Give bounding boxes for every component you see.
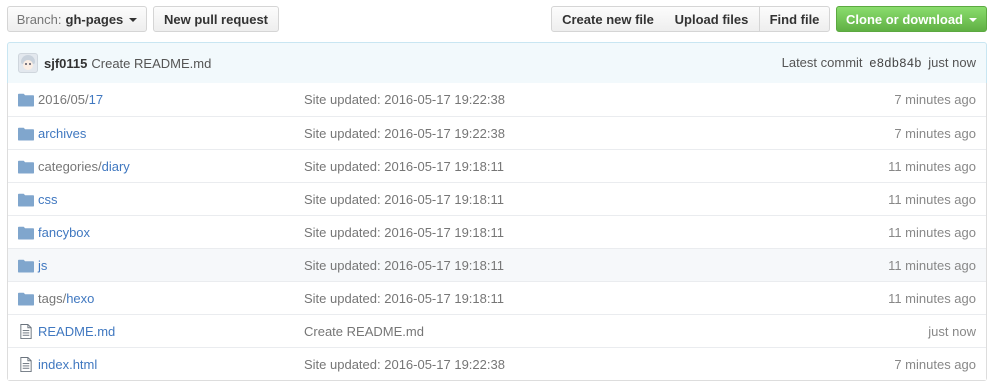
file-name-text: 17 [88,92,104,107]
commit-author-link[interactable]: sjf0115 [44,56,87,71]
file-name-text: fancybox [38,224,91,240]
file-path-prefix: 2016/05/ [38,92,89,107]
latest-commit-info: Latest commit e8db84b just now [782,55,976,71]
file-name-text: index.html [38,356,98,372]
file-name-link[interactable]: 2016/05/17 [38,92,103,107]
file-name-text: css [38,191,58,207]
folder-icon [18,93,34,107]
commit-age: 11 minutes ago [888,158,976,174]
branch-select-button[interactable]: Branch: gh-pages [7,6,147,32]
file-icon [20,357,36,372]
file-name-link[interactable]: archives [38,126,86,141]
commit-message-link[interactable]: Site updated: 2016-05-17 19:18:11 [304,225,504,240]
file-list: 2016/05/17 Site updated: 2016-05-17 19:22… [7,83,987,381]
latest-commit-label: Latest commit [781,55,863,70]
file-name-link[interactable]: css [38,192,58,207]
commit-age: 7 minutes ago [894,125,976,141]
folder-icon [18,292,34,306]
commit-age: just now [928,323,976,339]
file-name-text: hexo [66,290,95,306]
new-pull-request-button[interactable]: New pull request [153,6,279,32]
table-row: README.md Create README.md just now [8,314,986,347]
file-name-link[interactable]: js [38,258,47,273]
file-name-text: js [38,257,48,273]
latest-commit-bar: sjf0115 Create README.md Latest commit e… [7,42,987,84]
branch-label: Branch: [16,11,62,27]
upload-files-button[interactable]: Upload files [664,6,760,32]
table-row: archives Site updated: 2016-05-17 19:22:3… [8,116,986,149]
commit-message-link[interactable]: Site updated: 2016-05-17 19:18:11 [304,291,504,306]
commit-message-link[interactable]: Site updated: 2016-05-17 19:22:38 [304,126,505,141]
file-icon [20,324,36,339]
folder-icon [18,127,34,141]
commit-message-link[interactable]: Site updated: 2016-05-17 19:18:11 [304,192,504,207]
file-name-link[interactable]: fancybox [38,225,90,240]
commit-sha-link[interactable]: e8db84b [869,57,922,71]
file-name-text: README.md [38,323,116,339]
find-file-button[interactable]: Find file [759,6,830,32]
folder-icon [18,259,34,273]
clone-or-download-button[interactable]: Clone or download [836,6,987,32]
commit-age: 11 minutes ago [888,224,976,240]
table-row: css Site updated: 2016-05-17 19:18:11 11 m… [8,182,986,215]
table-row: js Site updated: 2016-05-17 19:18:11 11 mi… [8,248,986,281]
clone-label: Clone or download [846,11,963,27]
table-row: index.html Site updated: 2016-05-17 19:22… [8,347,986,380]
file-name-link[interactable]: tags/hexo [38,291,94,306]
commit-message-link[interactable]: Site updated: 2016-05-17 19:18:11 [304,159,504,174]
folder-icon [18,160,34,174]
table-row: fancybox Site updated: 2016-05-17 19:18:1… [8,215,986,248]
commit-age: 11 minutes ago [888,191,976,207]
file-name-text: diary [101,158,130,174]
commit-age: 7 minutes ago [894,92,976,107]
file-name-link[interactable]: index.html [38,357,97,372]
file-name-link[interactable]: categories/diary [38,159,130,174]
file-name-link[interactable]: README.md [38,324,115,339]
file-path-prefix: categories/ [38,158,102,174]
commit-message-link[interactable]: Site updated: 2016-05-17 19:18:11 [304,258,504,273]
commit-age: 11 minutes ago [888,290,976,306]
file-name-text: archives [38,125,87,141]
commit-age: 7 minutes ago [894,356,976,372]
commit-message-link[interactable]: Site updated: 2016-05-17 19:22:38 [304,92,505,107]
table-row: tags/hexo Site updated: 2016-05-17 19:18:… [8,281,986,314]
table-row: 2016/05/17 Site updated: 2016-05-17 19:22… [8,83,986,116]
table-row: categories/diary Site updated: 2016-05-17… [8,149,986,182]
folder-icon [18,193,34,207]
create-new-file-button[interactable]: Create new file [551,6,665,32]
commit-message-link[interactable]: Create README.md [304,324,424,339]
commit-time: just now [928,55,976,70]
caret-down-icon [969,18,977,22]
commit-message-link[interactable]: Site updated: 2016-05-17 19:22:38 [304,357,505,372]
commit-age: 11 minutes ago [888,257,976,273]
caret-down-icon [129,18,138,22]
commit-message-link[interactable]: Create README.md [91,56,211,71]
avatar[interactable] [18,53,38,73]
branch-value: gh-pages [65,11,124,27]
folder-icon [18,226,34,240]
file-path-prefix: tags/ [38,290,67,306]
